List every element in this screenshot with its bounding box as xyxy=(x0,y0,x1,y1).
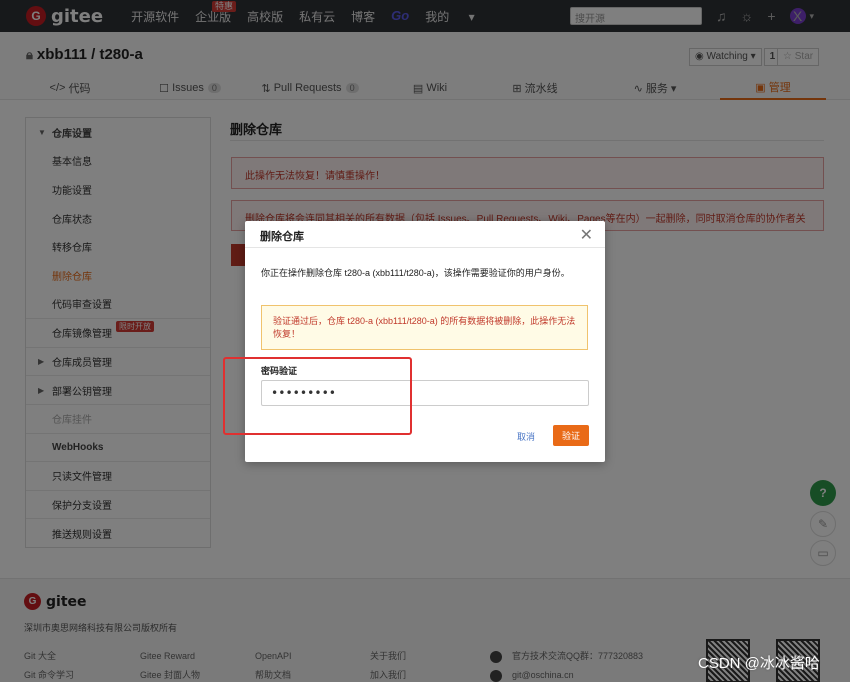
dialog-warning: 验证通过后，仓库 t280-a (xbb111/t280-a) 的所有数据将被删… xyxy=(261,305,588,350)
dialog-header: 删除仓库 ✕ xyxy=(245,221,605,248)
dialog-message: 你正在操作删除仓库 t280-a (xbb111/t280-a)，该操作需要验证… xyxy=(261,268,570,278)
verify-button[interactable]: 验证 xyxy=(553,425,589,446)
highlight-annotation xyxy=(223,357,412,435)
watermark: CSDN @冰冰酱哈 xyxy=(698,655,820,672)
close-icon[interactable]: ✕ xyxy=(580,225,593,245)
cancel-button[interactable]: 取消 xyxy=(517,430,535,443)
dialog-title: 删除仓库 xyxy=(260,231,304,243)
